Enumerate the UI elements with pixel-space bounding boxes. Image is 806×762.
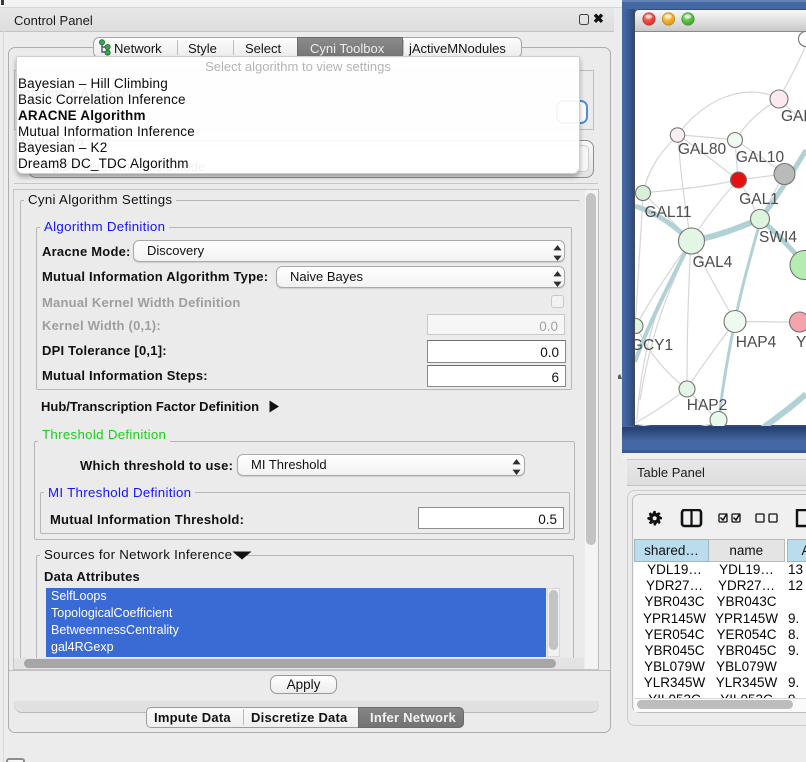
svg-text:GAL11: GAL11 [644,204,691,221]
svg-text:GCY1: GCY1 [635,337,673,354]
svg-text:GAL10: GAL10 [736,149,785,166]
svg-text:HAP2: HAP2 [687,397,728,414]
svg-text:HAP4: HAP4 [736,334,777,351]
svg-text:GAL7: GAL7 [781,108,806,125]
svg-text:GAL4: GAL4 [693,254,733,271]
svg-text:GAL80: GAL80 [678,141,727,158]
svg-text:SWI4: SWI4 [759,229,797,246]
svg-text:GAL1: GAL1 [739,191,779,208]
svg-text:Y: Y [796,334,806,351]
